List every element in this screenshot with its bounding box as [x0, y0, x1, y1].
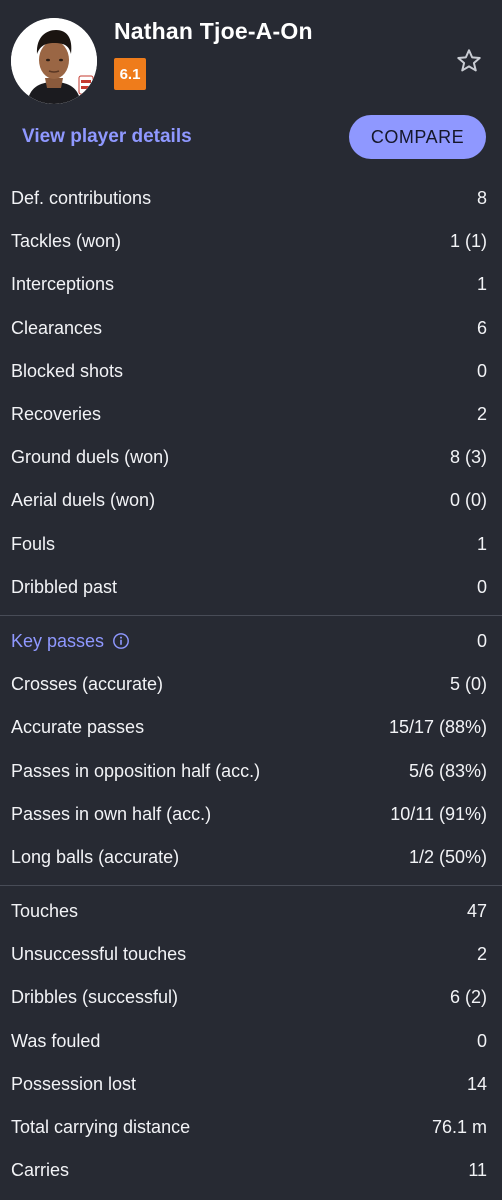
stat-label: Total carrying distance: [11, 1117, 191, 1138]
stat-row: Ground duels (won) 8 (3): [0, 436, 502, 479]
stat-label: Fouls: [11, 533, 56, 554]
stat-value: 8: [476, 188, 487, 209]
stat-label: Clearances: [11, 317, 103, 338]
stat-label: Long balls (accurate): [11, 846, 180, 867]
stat-row: Clearances 6: [0, 307, 502, 350]
stat-label: Interceptions: [11, 274, 115, 295]
stat-label: Aerial duels (won): [11, 490, 156, 511]
possession-stats: Touches 47 Unsuccessful touches 2 Dribbles…: [0, 890, 502, 1192]
stat-value: 47: [466, 901, 487, 922]
stat-label: Crosses (accurate): [11, 674, 164, 695]
stat-label: Recoveries: [11, 404, 102, 425]
stat-label: Tackles (won): [11, 231, 122, 252]
stat-value: 0: [476, 360, 487, 381]
stat-label: Touches: [11, 901, 79, 922]
stat-row: Total carrying distance 76.1 m: [0, 1106, 502, 1149]
stat-row: Accurate passes 15/17 (88%): [0, 706, 502, 749]
stat-value: 6 (2): [449, 987, 487, 1008]
stat-row: Possession lost 14: [0, 1063, 502, 1106]
stat-label: Accurate passes: [11, 717, 145, 738]
stat-label: Was fouled: [11, 1030, 101, 1051]
stat-value: 1: [476, 274, 487, 295]
stat-row: Unsuccessful touches 2: [0, 933, 502, 976]
stat-value: 1: [476, 533, 487, 554]
stat-row: Dribbled past 0: [0, 566, 502, 609]
stat-value: 1/2 (50%): [408, 846, 487, 867]
stat-value: 8 (3): [449, 447, 487, 468]
star-icon[interactable]: [455, 47, 483, 75]
stat-label: Blocked shots: [11, 360, 124, 381]
compare-button[interactable]: COMPARE: [349, 115, 486, 159]
stat-label: Unsuccessful touches: [11, 944, 187, 965]
stat-row: Def. contributions 8: [0, 177, 502, 220]
stat-row: Fouls 1: [0, 523, 502, 566]
stat-row: Tackles (won) 1 (1): [0, 220, 502, 263]
stat-value: 6: [476, 317, 487, 338]
key-passes-label[interactable]: Key passes: [11, 631, 104, 652]
stat-label: Dribbles (successful): [11, 987, 179, 1008]
stat-row: Aerial duels (won) 0 (0): [0, 479, 502, 522]
stat-label: Def. contributions: [11, 188, 152, 209]
player-stats-sheet: Nathan Tjoe-A-On 6.1 View player details…: [0, 0, 502, 1200]
stat-row: Long balls (accurate) 1/2 (50%): [0, 836, 502, 879]
stat-value: 14: [466, 1073, 487, 1094]
stat-value: 2: [476, 944, 487, 965]
stat-row: Recoveries 2: [0, 393, 502, 436]
stat-row: Carries 11: [0, 1149, 502, 1192]
stat-value: 0 (0): [449, 490, 487, 511]
stat-label: Ground duels (won): [11, 447, 170, 468]
stat-value: 5 (0): [449, 674, 487, 695]
player-photo-icon: [11, 18, 97, 104]
info-icon[interactable]: [112, 632, 130, 650]
rating-badge: 6.1: [114, 58, 146, 90]
stat-row: Passes in opposition half (acc.) 5/6 (83%…: [0, 749, 502, 792]
stat-row: Blocked shots 0: [0, 350, 502, 393]
player-header: Nathan Tjoe-A-On 6.1 View player details…: [0, 0, 502, 180]
player-name: Nathan Tjoe-A-On: [114, 18, 313, 44]
stat-value: 11: [468, 1160, 487, 1181]
stat-label: Possession lost: [11, 1073, 137, 1094]
stat-value: 76.1 m: [431, 1117, 487, 1138]
player-avatar: [11, 18, 97, 104]
stat-row: Touches 47: [0, 890, 502, 933]
stat-value: 5/6 (83%): [408, 760, 487, 781]
defense-stats: Def. contributions 8 Tackles (won) 1 (1) I…: [0, 177, 502, 609]
stat-row: Was fouled 0: [0, 1020, 502, 1063]
stat-row: Dribbles (successful) 6 (2): [0, 976, 502, 1019]
stat-label: Passes in own half (acc.): [11, 803, 212, 824]
stat-value: 10/11 (91%): [390, 803, 487, 824]
stat-value: 0: [476, 576, 487, 597]
stat-row: Passes in own half (acc.) 10/11 (91%): [0, 793, 502, 836]
stat-value: 0: [476, 1030, 487, 1051]
stat-row-key-passes[interactable]: Key passes 0: [0, 620, 502, 663]
stat-value: 1 (1): [449, 231, 487, 252]
passing-stats: Key passes 0 Crosses (accurate) 5 (0) Acc…: [0, 620, 502, 879]
stat-row: Crosses (accurate) 5 (0): [0, 663, 502, 706]
stat-label: Key passes: [11, 631, 130, 652]
stat-row: Interceptions 1: [0, 263, 502, 306]
section-divider: [0, 614, 502, 616]
stat-value: 0: [476, 630, 487, 651]
section-divider: [0, 885, 502, 886]
stat-value: 15/17 (88%): [388, 717, 487, 738]
stat-value: 2: [476, 404, 487, 425]
stat-label: Carries: [11, 1160, 70, 1181]
view-player-details-link[interactable]: View player details: [22, 126, 192, 148]
stat-label: Passes in opposition half (acc.): [11, 760, 261, 781]
stat-label: Dribbled past: [11, 576, 118, 597]
